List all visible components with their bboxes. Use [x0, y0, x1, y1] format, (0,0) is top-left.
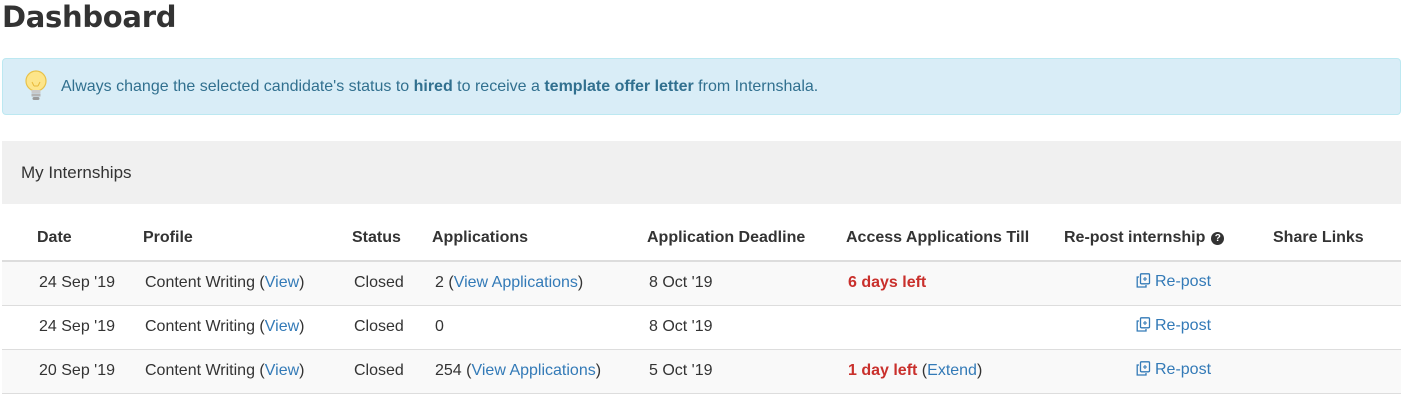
- header-deadline: Application Deadline: [647, 216, 846, 262]
- header-repost: Re-post internship?: [1064, 216, 1273, 262]
- alert-message: Always change the selected candidate's s…: [61, 78, 818, 96]
- view-applications-link[interactable]: View Applications: [454, 274, 578, 291]
- cell-share: [1273, 349, 1401, 394]
- repost-button[interactable]: Re-post: [1136, 273, 1211, 290]
- copy-icon: [1136, 273, 1151, 293]
- lightbulb-icon: [23, 69, 49, 105]
- copy-icon: [1136, 317, 1151, 337]
- profile-name: Content Writing: [145, 274, 255, 292]
- profile-name: Content Writing: [145, 362, 255, 379]
- alert-text-3: from Internshala.: [693, 77, 819, 95]
- alert-text-2: to receive a: [452, 77, 545, 95]
- alert-bold-hired: hired: [413, 77, 453, 95]
- header-repost-label: Re-post internship: [1064, 229, 1206, 246]
- cell-date: 24 Sep '19: [2, 261, 143, 306]
- cell-profile: Content Writing (View): [143, 261, 352, 306]
- cell-deadline: 5 Oct '19: [647, 349, 846, 394]
- cell-applications: 0: [432, 305, 647, 350]
- cell-date: 20 Sep '19: [2, 349, 143, 394]
- page-title: Dashboard: [2, 0, 177, 34]
- repost-label: Re-post: [1154, 317, 1212, 334]
- alert-bold-template: template offer letter: [544, 77, 694, 95]
- table-row: 24 Sep '19 Content Writing (View) Closed…: [2, 305, 1401, 350]
- cell-repost: Re-post: [1064, 349, 1273, 394]
- cell-share: [1273, 261, 1401, 306]
- profile-name: Content Writing: [145, 318, 255, 335]
- header-share: Share Links: [1273, 216, 1401, 262]
- cell-date: 24 Sep '19: [2, 305, 143, 350]
- header-status: Status: [352, 216, 432, 262]
- extend-link[interactable]: Extend: [927, 362, 977, 379]
- view-link[interactable]: View: [265, 274, 299, 291]
- cell-status: Closed: [352, 349, 432, 394]
- cell-access: 6 days left: [846, 261, 1064, 306]
- cell-profile: Content Writing (View): [143, 305, 352, 350]
- repost-label: Re-post: [1154, 361, 1212, 378]
- panel-heading: My Internships: [2, 141, 1401, 204]
- header-date: Date: [2, 216, 143, 262]
- alert-text-1: Always change the selected candidate's s…: [61, 77, 414, 95]
- cell-status: Closed: [352, 261, 432, 306]
- repost-label: Re-post: [1154, 273, 1212, 291]
- cell-access: 1 day left (Extend): [846, 349, 1064, 394]
- cell-deadline: 8 Oct '19: [647, 305, 846, 350]
- cell-access: [846, 305, 1064, 350]
- cell-share: [1273, 305, 1401, 350]
- applications-count: 254: [435, 362, 462, 379]
- table-header-row: Date Profile Status Applications Applica…: [2, 216, 1401, 262]
- panel-title: My Internships: [21, 162, 132, 182]
- repost-button[interactable]: Re-post: [1136, 317, 1211, 334]
- repost-button[interactable]: Re-post: [1136, 361, 1211, 378]
- access-remaining: 1 day left: [848, 362, 918, 379]
- cell-repost: Re-post: [1064, 305, 1273, 350]
- view-link[interactable]: View: [265, 362, 299, 379]
- table-row: 20 Sep '19 Content Writing (View) Closed…: [2, 349, 1401, 394]
- internships-table: Date Profile Status Applications Applica…: [2, 216, 1401, 394]
- cell-profile: Content Writing (View): [143, 349, 352, 394]
- header-access: Access Applications Till: [846, 216, 1064, 262]
- cell-applications: 254 (View Applications): [432, 349, 647, 394]
- header-applications: Applications: [432, 216, 647, 262]
- info-alert: Always change the selected candidate's s…: [2, 58, 1401, 115]
- view-link[interactable]: View: [265, 318, 299, 335]
- applications-count: 0: [435, 318, 444, 335]
- copy-icon: [1136, 361, 1151, 381]
- cell-deadline: 8 Oct '19: [647, 261, 846, 306]
- applications-count: 2: [435, 274, 444, 292]
- view-applications-link[interactable]: View Applications: [471, 362, 595, 379]
- cell-repost: Re-post: [1064, 261, 1273, 306]
- cell-applications: 2 (View Applications): [432, 261, 647, 306]
- cell-status: Closed: [352, 305, 432, 350]
- table-row: 24 Sep '19 Content Writing (View) Closed…: [2, 261, 1401, 306]
- access-remaining: 6 days left: [848, 274, 927, 292]
- header-profile: Profile: [143, 216, 352, 262]
- question-circle-icon[interactable]: ?: [1211, 232, 1225, 245]
